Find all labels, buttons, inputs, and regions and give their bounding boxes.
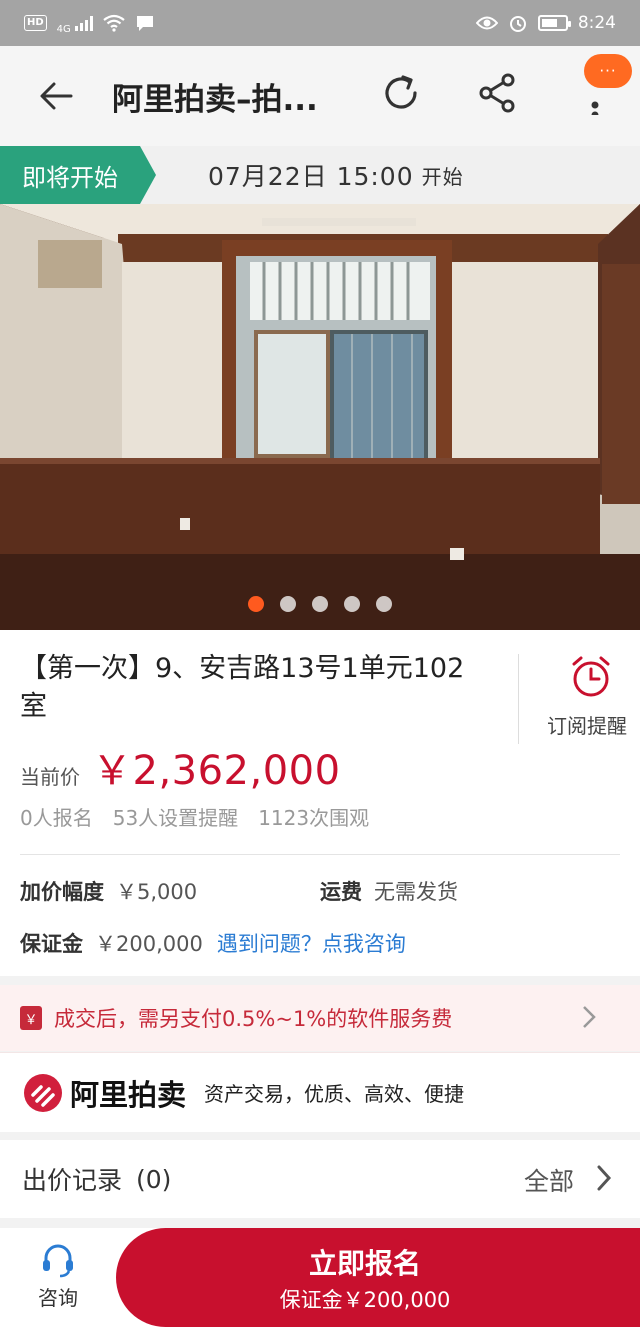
- status-right: 8:24: [475, 13, 616, 33]
- ali-auction-logo: [24, 1073, 62, 1112]
- fee-text: 成交后，需另支付0.5%~1%的软件服务费: [54, 1007, 453, 1031]
- eye-icon: [475, 16, 498, 30]
- gallery-indicator: [0, 596, 640, 612]
- gallery-dot[interactable]: [376, 596, 392, 612]
- signup-title: 立即报名: [308, 1247, 421, 1280]
- brand-slogan: 资产交易，优质、高效、便捷: [204, 1082, 465, 1106]
- brand-row: 阿里拍卖 资产交易，优质、高效、便捷: [0, 1052, 640, 1132]
- reminder-count: 53人设置提醒: [112, 806, 239, 830]
- increment-label: 加价幅度: [20, 880, 104, 904]
- divider: [20, 854, 620, 855]
- bottom-action-bar: 咨询 立即报名 保证金￥200,000: [0, 1228, 640, 1327]
- current-price: ￥2,362,000: [92, 748, 341, 794]
- view-all-link[interactable]: 全部: [524, 1162, 574, 1198]
- nav-bar: 阿里拍卖–拍... ···: [0, 46, 640, 146]
- status-left: HD 4G: [24, 12, 155, 35]
- refresh-icon[interactable]: [376, 68, 426, 118]
- item-info-card: 【第一次】9、安吉路13号1单元102室 订阅提醒 当前价 ￥2,362,000…: [0, 630, 640, 976]
- deposit-label: 保证金: [20, 932, 83, 956]
- headset-icon: [43, 1244, 73, 1278]
- gallery-dot[interactable]: [248, 596, 264, 612]
- fee-icon: ￥: [20, 1006, 42, 1030]
- auction-start-bar: 即将开始 07月22日 15:00 开始: [0, 146, 640, 204]
- share-icon[interactable]: [472, 68, 522, 118]
- network-type: 4G: [56, 23, 71, 35]
- start-datetime: 07月22日 15:00: [208, 162, 414, 191]
- message-badge[interactable]: ···: [584, 54, 632, 88]
- hd-icon: HD: [24, 15, 47, 31]
- bid-record-count: (0): [136, 1164, 172, 1194]
- status-tag: 即将开始: [0, 146, 156, 204]
- signup-now-button[interactable]: 立即报名 保证金￥200,000: [116, 1228, 640, 1327]
- service-fee-banner[interactable]: ￥ 成交后，需另支付0.5%~1%的软件服务费: [0, 985, 640, 1051]
- item-title: 【第一次】9、安吉路13号1单元102室: [20, 653, 465, 722]
- increment-row: 加价幅度 ￥5,000: [20, 876, 197, 906]
- bid-record-title: 出价记录: [22, 1166, 123, 1195]
- status-bar: HD 4G 8:24: [0, 0, 640, 46]
- price-row: 当前价 ￥2,362,000: [20, 738, 341, 796]
- consult-button[interactable]: 咨询: [0, 1228, 116, 1327]
- message-icon: [136, 16, 153, 31]
- alarm-icon: [509, 16, 526, 32]
- clock-time: 8:24: [577, 13, 616, 33]
- property-photo[interactable]: [0, 204, 640, 630]
- stats-row: 0人报名 53人设置提醒 1123次围观: [20, 802, 369, 831]
- price-label: 当前价: [20, 765, 80, 789]
- signup-count: 0人报名: [20, 806, 93, 830]
- gallery-dot[interactable]: [280, 596, 296, 612]
- start-suffix: 开始: [421, 164, 464, 189]
- gallery-dot[interactable]: [312, 596, 328, 612]
- page-title: 阿里拍卖–拍...: [112, 81, 318, 118]
- signup-deposit: 保证金￥200,000: [279, 1288, 451, 1312]
- deposit-value: ￥200,000: [95, 932, 203, 956]
- deposit-row: 保证金 ￥200,000 遇到问题？点我咨询: [20, 928, 406, 958]
- room-image: [0, 204, 640, 630]
- bid-record-row[interactable]: 出价记录 (0) 全部: [0, 1140, 640, 1218]
- shipping-label: 运费: [320, 880, 362, 904]
- signal-icon: [74, 15, 93, 31]
- consult-label: 咨询: [38, 1286, 78, 1310]
- wifi-icon: [103, 14, 125, 32]
- chevron-right-icon: [583, 1006, 596, 1028]
- chevron-right-icon: [597, 1165, 612, 1191]
- auction-detail-page: HD 4G 8:24 阿里拍卖–拍... ··· 即将开始 07月22日 15:…: [0, 0, 640, 1327]
- help-consult-link[interactable]: 遇到问题？点我咨询: [217, 932, 406, 956]
- battery-icon: [537, 15, 571, 31]
- shipping-value: 无需发货: [374, 880, 458, 904]
- view-count: 1123次围观: [258, 806, 370, 830]
- shipping-row: 运费 无需发货: [320, 876, 458, 906]
- subscribe-reminder-button[interactable]: 订阅提醒: [518, 654, 640, 744]
- alarm-clock-icon: [572, 656, 610, 697]
- increment-value: ￥5,000: [116, 880, 198, 904]
- subscribe-label: 订阅提醒: [547, 714, 627, 738]
- brand-name: 阿里拍卖: [70, 1077, 187, 1112]
- gallery-dot[interactable]: [344, 596, 360, 612]
- start-time: 07月22日 15:00 开始: [208, 146, 464, 204]
- back-icon[interactable]: [36, 76, 76, 116]
